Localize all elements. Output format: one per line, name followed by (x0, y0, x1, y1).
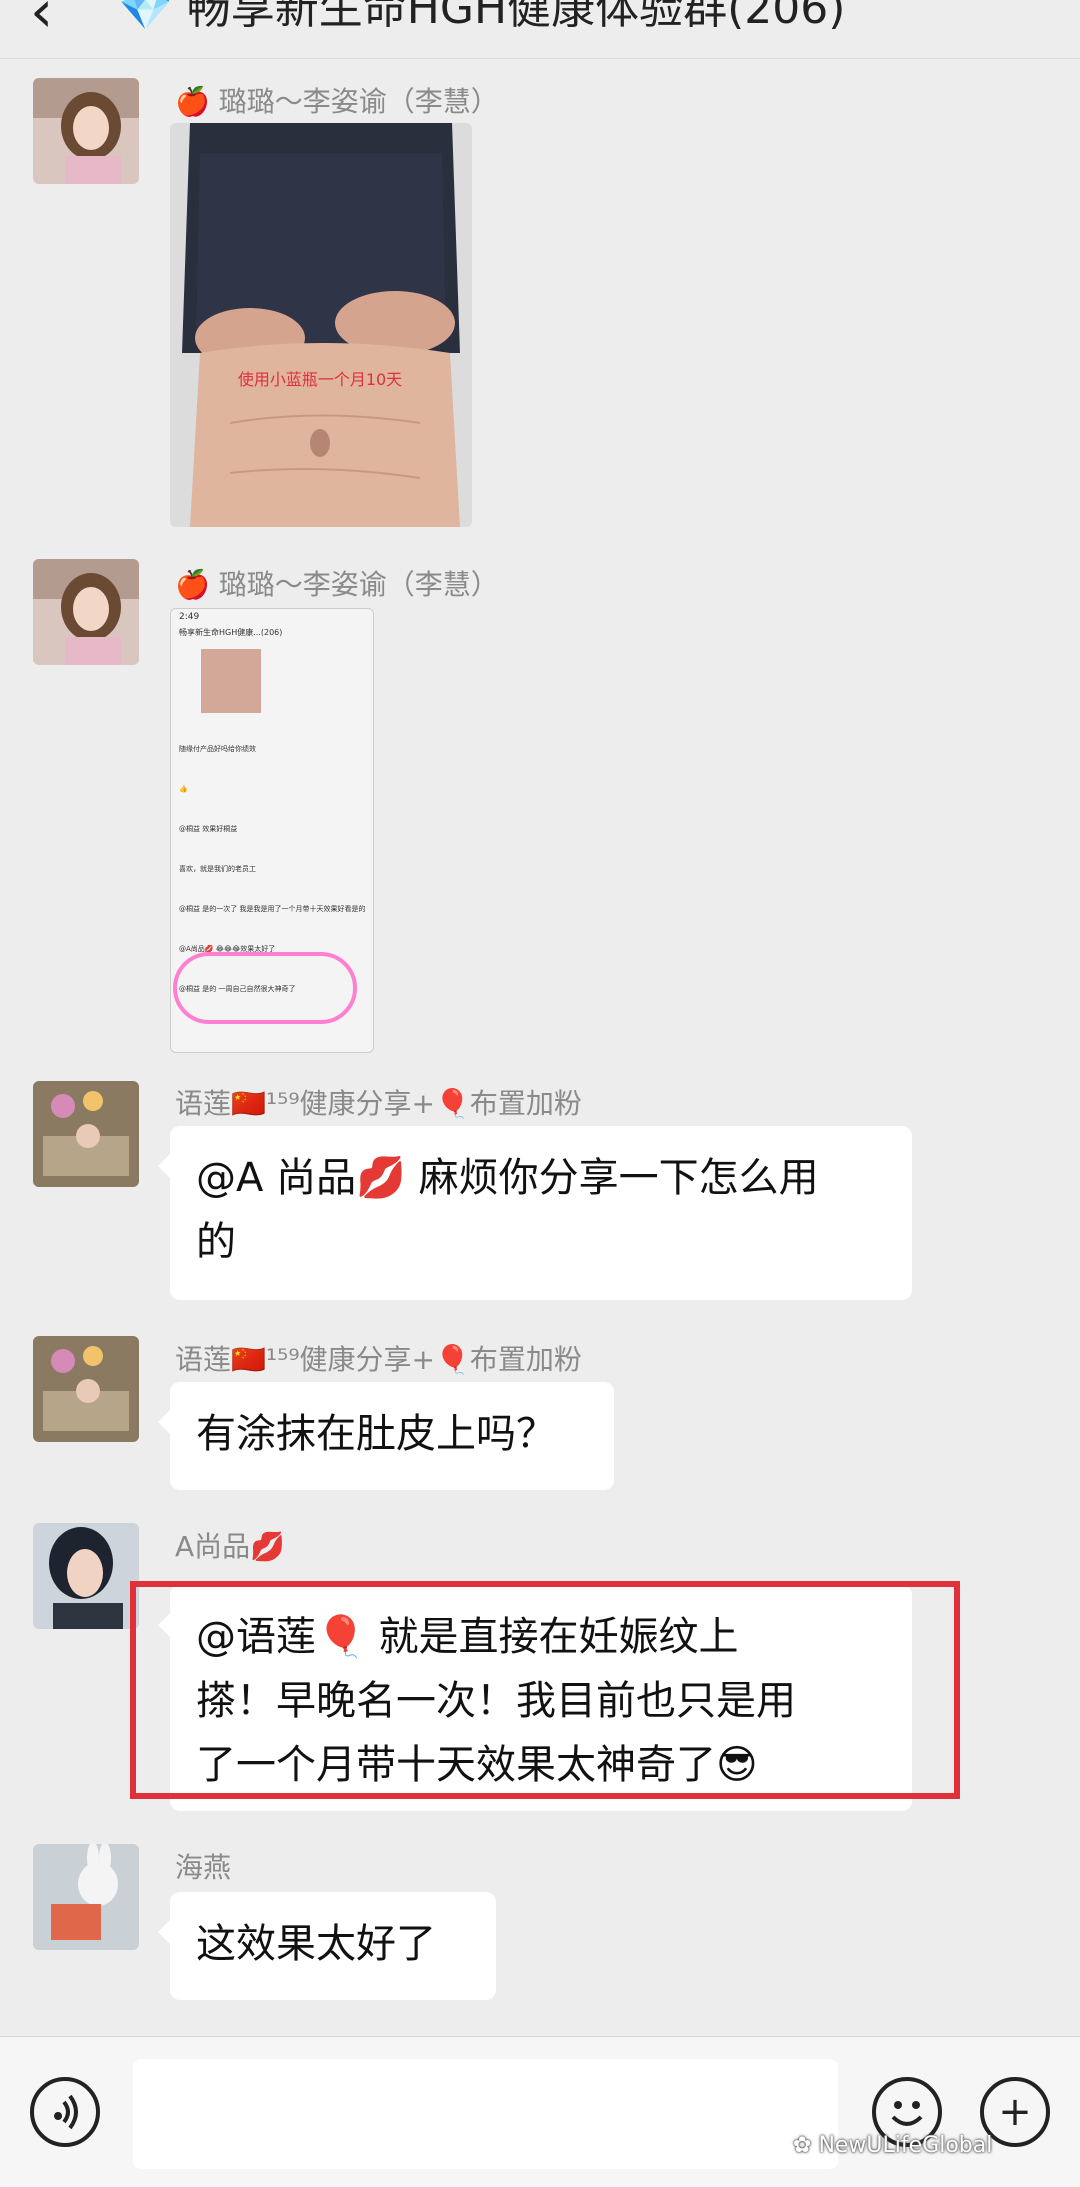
message-bubble[interactable]: 有涂抹在肚皮上吗？ (158, 1382, 614, 1490)
watermark-text: NewULifeGlobal (818, 2133, 993, 2158)
avatar[interactable] (33, 1081, 139, 1187)
screenshot-title: 畅享新生命HGH健康...(206) (179, 628, 283, 637)
chat-title: 💎 畅享新生命HGH健康体验群(206) (118, 0, 845, 44)
photo-caption: 使用小蓝瓶一个月10天 (238, 370, 402, 389)
wechat-icon: ✿ (793, 2133, 819, 2158)
screenshot-line: 👍 (179, 785, 188, 793)
screenshot-line: @桐益 是的一次了 我是我是用了一个月带十天效果好看是的 (179, 905, 365, 913)
message-text-line: 这效果太好了 (196, 1921, 436, 1967)
voice-button[interactable] (30, 2077, 100, 2147)
voice-icon (54, 2094, 78, 2130)
message-input[interactable] (133, 2059, 838, 2169)
message-text-line: 的 (196, 1219, 236, 1265)
sender-name: 🍎 璐璐～李姿谕（李慧） (175, 85, 499, 118)
sender-name: 🍎 璐璐～李姿谕（李慧） (175, 568, 499, 601)
sender-name: 语莲🇨🇳¹⁵⁹健康分享+🎈布置加粉 (175, 1343, 582, 1376)
diamond-icon: 💎 (118, 0, 173, 34)
chat-title-text: 畅享新生命HGH健康体验群(206) (186, 0, 846, 34)
sender-name: 语莲🇨🇳¹⁵⁹健康分享+🎈布置加粉 (175, 1087, 582, 1120)
chat-header: ‹ 💎 畅享新生命HGH健康体验群(206) (0, 0, 1080, 59)
sender-name: 海燕 (175, 1851, 232, 1884)
message-text-line: @A 尚品💋 麻烦你分享一下怎么用 (196, 1155, 819, 1201)
highlight-box (130, 1581, 960, 1799)
back-icon[interactable]: ‹ (30, 0, 53, 46)
chat-screenshot-image[interactable]: 2:49 畅享新生命HGH健康...(206) 随缘付产品好吗给你绩效 👍 @桐… (170, 608, 374, 1053)
screenshot-line: @桐益 效果好桐益 (179, 825, 238, 833)
message-bubble[interactable]: @A 尚品💋 麻烦你分享一下怎么用 的 (158, 1126, 912, 1300)
screenshot-line: 随缘付产品好吗给你绩效 (179, 745, 256, 753)
avatar[interactable] (33, 559, 139, 665)
highlight-circle (173, 952, 357, 1024)
avatar[interactable] (33, 1523, 139, 1629)
screenshot-line: 喜欢，就是我们的老员工 (179, 865, 256, 873)
plus-icon: + (998, 2089, 1032, 2135)
belly-photo[interactable]: 使用小蓝瓶一个月10天 (170, 123, 472, 527)
avatar[interactable] (33, 1336, 139, 1442)
avatar[interactable] (33, 1844, 139, 1950)
message-bubble[interactable]: 这效果太好了 (158, 1892, 496, 2000)
screenshot-thumb (201, 649, 261, 713)
avatar[interactable] (33, 78, 139, 184)
screenshot-time: 2:49 (179, 612, 200, 622)
sender-name: A尚品💋 (175, 1530, 286, 1563)
message-text-line: 有涂抹在肚皮上吗？ (196, 1411, 556, 1457)
watermark: ✿ NewULifeGlobal (793, 2133, 992, 2158)
input-bar: + (0, 2036, 1080, 2187)
